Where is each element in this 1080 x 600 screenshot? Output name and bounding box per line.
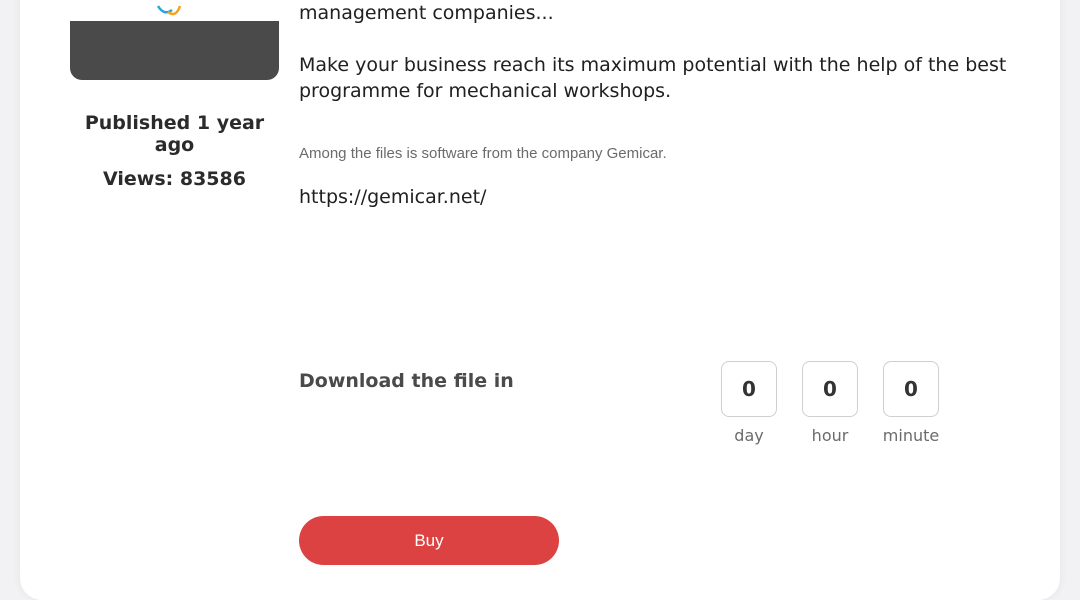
countdown-unit: minute: [882, 426, 940, 445]
buy-button[interactable]: Buy: [299, 516, 559, 565]
countdown-minute: 0 minute: [883, 361, 939, 445]
countdown-value: 0: [883, 361, 939, 417]
logo-icon: [156, 5, 182, 16]
published-date: Published 1 year ago: [84, 112, 265, 156]
countdown-hour: 0 hour: [802, 361, 858, 445]
description-paragraph: Make your business reach its maximum pot…: [299, 54, 1007, 102]
countdown-unit: hour: [811, 426, 849, 445]
website-link[interactable]: https://gemicar.net/: [299, 186, 486, 208]
countdown-value: 0: [721, 361, 777, 417]
countdown-unit: day: [734, 426, 764, 445]
description-paragraph: management companies...: [299, 2, 554, 24]
software-note: Among the files is software from the com…: [299, 145, 667, 162]
view-count: Views: 83586: [103, 168, 246, 190]
download-label: Download the file in: [299, 370, 514, 392]
post-thumbnail[interactable]: [70, 0, 279, 80]
countdown-value: 0: [802, 361, 858, 417]
countdown-day: 0 day: [721, 361, 777, 445]
thumbnail-image-area: [70, 0, 279, 21]
